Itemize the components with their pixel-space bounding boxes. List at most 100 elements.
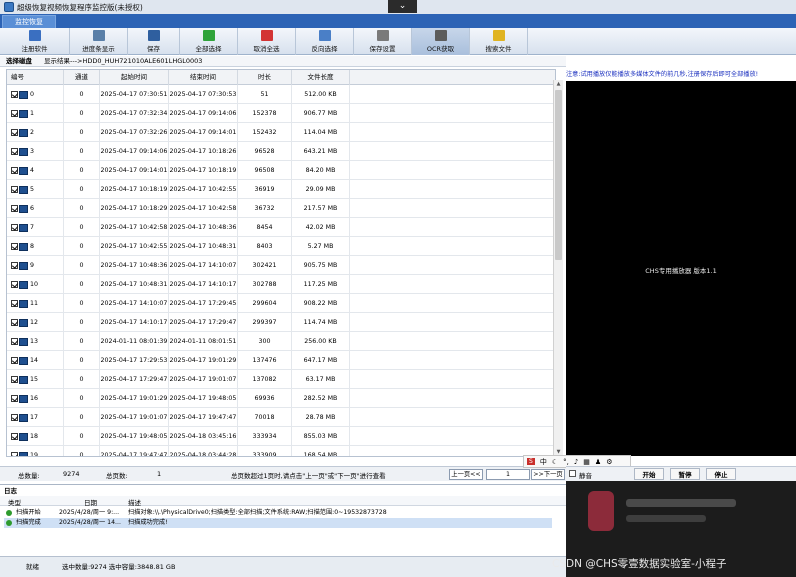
- table-header: 编号 通道 起始时间 结束时间 时长 文件长度: [7, 70, 555, 85]
- table-row[interactable]: 0 0 2025-04-17 07:30:51 2025-04-17 07:30:53…: [7, 85, 555, 104]
- toolbar-button-1[interactable]: 进度条显示: [70, 28, 128, 55]
- table-cell: 7: [7, 218, 64, 237]
- ime-moon-icon[interactable]: ☾: [552, 458, 558, 466]
- table-cell: [350, 104, 555, 123]
- table-row[interactable]: 19 0 2025-04-17 19:47:47 2025-04-18 03:44:2…: [7, 446, 555, 456]
- row-checkbox[interactable]: [11, 186, 18, 193]
- play-button[interactable]: 开始: [634, 468, 664, 480]
- result-path: 显示结果--->HDD0_HUH721010ALE601LHGL0003: [44, 57, 203, 65]
- row-checkbox[interactable]: [11, 91, 18, 98]
- table-row[interactable]: 3 0 2025-04-17 09:14:06 2025-04-17 10:18:26…: [7, 142, 555, 161]
- video-file-icon: [19, 166, 28, 175]
- pause-button[interactable]: 暂停: [670, 468, 700, 480]
- table-cell: 0: [64, 294, 100, 313]
- table-row[interactable]: 16 0 2025-04-17 19:01:29 2025-04-17 19:48:0…: [7, 389, 555, 408]
- toolbar-button-0[interactable]: 注册软件: [0, 28, 70, 55]
- table-row[interactable]: 5 0 2025-04-17 10:18:19 2025-04-17 10:42:55…: [7, 180, 555, 199]
- table-row[interactable]: 2 0 2025-04-17 07:32:26 2025-04-17 09:14:01…: [7, 123, 555, 142]
- log-panel: 日志 类型 日期 描述 扫描开始 2025/4/28/周一 9:... 扫描对象…: [0, 484, 566, 556]
- table-row[interactable]: 8 0 2025-04-17 10:42:55 2025-04-17 10:48:31…: [7, 237, 555, 256]
- ime-mode[interactable]: 中: [540, 457, 547, 467]
- row-checkbox[interactable]: [11, 148, 18, 155]
- row-checkbox[interactable]: [11, 433, 18, 440]
- column-header[interactable]: 编号: [7, 70, 64, 85]
- row-checkbox[interactable]: [11, 281, 18, 288]
- table-row[interactable]: 11 0 2025-04-17 14:10:07 2025-04-17 17:29:4…: [7, 294, 555, 313]
- table-cell: 17: [7, 408, 64, 427]
- select-disk-label[interactable]: 选择磁盘: [6, 56, 32, 67]
- table-cell: 0: [64, 408, 100, 427]
- ime-keyboard-icon[interactable]: ▦: [583, 458, 590, 466]
- chevron-down-icon[interactable]: ⌄: [388, 0, 417, 13]
- trial-notice: 注意:试用播放仅能播放多媒体文件的前几秒,注册保存后即可全部播放!: [566, 69, 796, 80]
- log-row[interactable]: 扫描完成 2025/4/28/周一 14... 扫描成功完成!: [4, 518, 552, 528]
- toolbar-button-6[interactable]: 保存设置: [354, 28, 412, 55]
- page-input[interactable]: 1: [486, 469, 530, 480]
- toolbar-button-2[interactable]: 保存: [128, 28, 180, 55]
- tab-monitor-recovery[interactable]: 监控恢复: [2, 15, 56, 28]
- row-checkbox[interactable]: [11, 167, 18, 174]
- row-checkbox[interactable]: [11, 452, 18, 456]
- table-cell: 1: [7, 104, 64, 123]
- next-page-button[interactable]: >>下一页: [531, 469, 565, 480]
- title-bar: 超级恢复视频恢复程序监控版(未授权) ⌄: [0, 0, 796, 14]
- toolbar-button-3[interactable]: 全部选择: [180, 28, 238, 55]
- row-checkbox[interactable]: [11, 110, 18, 117]
- ime-settings-icon[interactable]: ⚙: [606, 458, 612, 466]
- column-header[interactable]: [350, 70, 555, 85]
- toolbar-button-4[interactable]: 取消全选: [238, 28, 296, 55]
- toolbar-button-7[interactable]: OCR获取: [412, 28, 470, 55]
- table-cell: [350, 389, 555, 408]
- vertical-scrollbar[interactable]: ▲ ▼: [553, 80, 563, 458]
- row-checkbox[interactable]: [11, 319, 18, 326]
- video-file-icon: [19, 394, 28, 403]
- table-cell: 302421: [238, 256, 292, 275]
- table-cell: 36919: [238, 180, 292, 199]
- stop-button[interactable]: 停止: [706, 468, 736, 480]
- log-row[interactable]: 扫描开始 2025/4/28/周一 9:... 扫描对象:\\.\Physica…: [4, 508, 552, 518]
- column-header[interactable]: 结束时间: [169, 70, 238, 85]
- row-checkbox[interactable]: [11, 376, 18, 383]
- row-checkbox[interactable]: [11, 224, 18, 231]
- toolbar-button-8[interactable]: 搜索文件: [470, 28, 528, 55]
- toolbar-button-5[interactable]: 反向选择: [296, 28, 354, 55]
- table-row[interactable]: 4 0 2025-04-17 09:14:01 2025-04-17 10:18:19…: [7, 161, 555, 180]
- table-row[interactable]: 9 0 2025-04-17 10:48:36 2025-04-17 14:10:07…: [7, 256, 555, 275]
- row-checkbox[interactable]: [11, 414, 18, 421]
- blurred-text: [626, 499, 736, 507]
- table-row[interactable]: 14 0 2025-04-17 17:29:53 2025-04-17 19:01:2…: [7, 351, 555, 370]
- row-checkbox[interactable]: [11, 243, 18, 250]
- table-row[interactable]: 13 0 2024-01-11 08:01:39 2024-01-11 08:01:5…: [7, 332, 555, 351]
- row-checkbox[interactable]: [11, 205, 18, 212]
- table-cell: [350, 351, 555, 370]
- row-checkbox[interactable]: [11, 262, 18, 269]
- table-row[interactable]: 10 0 2025-04-17 10:48:31 2025-04-17 14:10:1…: [7, 275, 555, 294]
- table-cell: 2025-04-17 17:29:47: [169, 313, 238, 332]
- column-header[interactable]: 起始时间: [100, 70, 169, 85]
- column-header[interactable]: 文件长度: [292, 70, 350, 85]
- table-row[interactable]: 15 0 2025-04-17 17:29:47 2025-04-17 19:01:0…: [7, 370, 555, 389]
- save-settings-icon: [376, 30, 389, 41]
- row-checkbox[interactable]: [11, 129, 18, 136]
- table-row[interactable]: 1 0 2025-04-17 07:32:34 2025-04-17 09:14:06…: [7, 104, 555, 123]
- row-checkbox[interactable]: [11, 357, 18, 364]
- table-row[interactable]: 6 0 2025-04-17 10:18:29 2025-04-17 10:42:58…: [7, 199, 555, 218]
- row-checkbox[interactable]: [11, 338, 18, 345]
- table-row[interactable]: 18 0 2025-04-17 19:48:05 2025-04-18 03:45:1…: [7, 427, 555, 446]
- column-header[interactable]: 通道: [64, 70, 100, 85]
- video-file-icon: [19, 318, 28, 327]
- scroll-thumb[interactable]: [555, 90, 562, 260]
- scroll-up-icon[interactable]: ▲: [555, 81, 562, 89]
- prev-page-button[interactable]: 上一页<<: [449, 469, 483, 480]
- ime-voice-icon[interactable]: ♪: [574, 458, 578, 466]
- row-checkbox[interactable]: [11, 300, 18, 307]
- video-player[interactable]: CHS专用播放器 版本1.1: [566, 81, 796, 456]
- table-row[interactable]: 7 0 2025-04-17 10:42:58 2025-04-17 10:48:36…: [7, 218, 555, 237]
- row-checkbox[interactable]: [11, 395, 18, 402]
- mute-checkbox[interactable]: [569, 470, 576, 477]
- ime-punct-icon[interactable]: °,: [563, 458, 569, 466]
- ime-user-icon[interactable]: ♟: [595, 458, 601, 466]
- table-row[interactable]: 17 0 2025-04-17 19:01:07 2025-04-17 19:47:4…: [7, 408, 555, 427]
- table-row[interactable]: 12 0 2025-04-17 14:10:17 2025-04-17 17:29:4…: [7, 313, 555, 332]
- column-header[interactable]: 时长: [238, 70, 292, 85]
